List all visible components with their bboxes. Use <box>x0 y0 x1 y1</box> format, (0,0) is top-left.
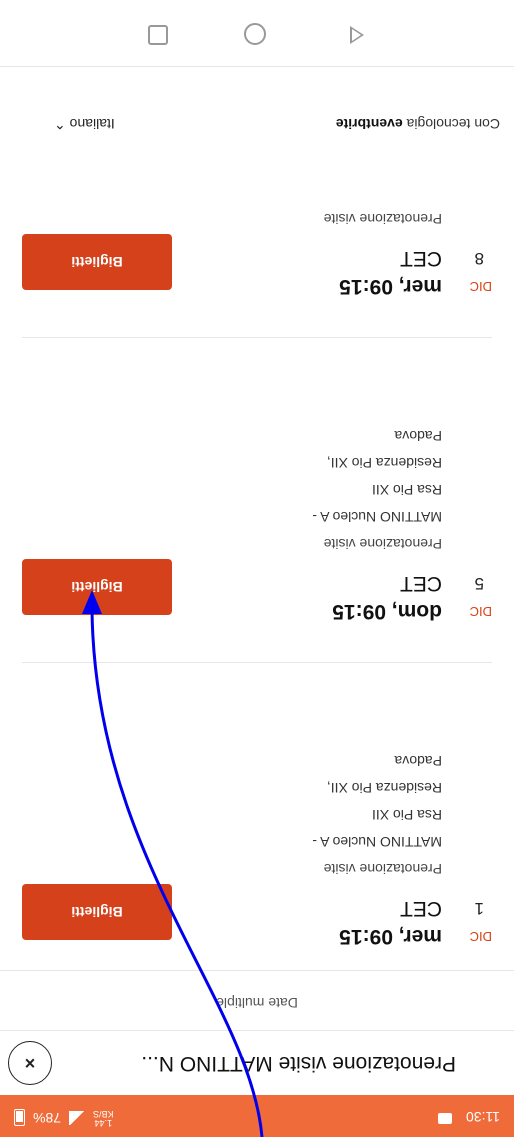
event-description: Prenotazione visite MATTINO Nucleo A - R… <box>312 747 442 882</box>
tickets-button[interactable]: Biglietti <box>22 884 172 940</box>
event-kind: Prenotazione visite <box>323 536 442 552</box>
event-city: Padova <box>394 428 442 444</box>
event-city: Padova <box>394 753 442 769</box>
event-timezone: CET <box>400 247 442 270</box>
signal-icon <box>69 1111 86 1125</box>
event-description: Prenotazione visite MATTINO Nucleo A - R… <box>312 422 442 557</box>
divider <box>22 337 492 338</box>
list-item: DIC 5 dom, 09:15 CET Prenotazione visite… <box>22 345 492 645</box>
powered-by-prefix: Con tecnologia <box>402 116 500 132</box>
screen: 11:30 1.44 KB/S 78% Prenotazione visite … <box>0 0 514 1137</box>
event-venue: Residenza Pio XII, <box>326 455 442 471</box>
tickets-button[interactable]: Biglietti <box>22 559 172 615</box>
multiple-dates-label: Date multiple <box>216 995 298 1011</box>
event-name-line1: MATTINO Nucleo A - <box>312 834 442 850</box>
status-icons: 1.44 KB/S 78% <box>14 1109 114 1128</box>
network-speed: 1.44 KB/S <box>93 1109 114 1128</box>
event-name-line2: Rsa Pio XII <box>371 482 442 498</box>
chevron-up-icon: ⌃ <box>54 116 66 132</box>
clock: 11:30 <box>466 1109 500 1125</box>
event-month: DIC <box>469 279 492 294</box>
event-datetime: mer, 09:15 <box>339 275 442 298</box>
system-nav-bar <box>0 0 514 67</box>
footer: Con tecnologia eventbrite Italiano ⌃ <box>0 67 514 177</box>
powered-by: Con tecnologia eventbrite <box>336 116 500 132</box>
close-icon: × <box>24 1053 36 1074</box>
recent-apps-icon[interactable] <box>148 25 168 45</box>
battery-percent: 78% <box>33 1110 62 1126</box>
page-title: Prenotazione visite MATTINO N... <box>141 1052 456 1075</box>
event-venue: Residenza Pio XII, <box>326 780 442 796</box>
event-day: 8 <box>474 249 484 268</box>
net-speed-unit: KB/S <box>93 1109 114 1119</box>
event-day: 1 <box>474 899 484 918</box>
event-month: DIC <box>469 604 492 619</box>
event-month: DIC <box>469 929 492 944</box>
event-day: 5 <box>474 574 484 593</box>
status-bar: 11:30 1.44 KB/S 78% <box>0 1095 514 1137</box>
event-timezone: CET <box>400 572 442 595</box>
back-icon[interactable] <box>350 26 364 44</box>
divider <box>22 662 492 663</box>
event-timezone: CET <box>400 897 442 920</box>
mail-icon <box>438 1113 452 1124</box>
list-item: DIC 8 mer, 09:15 CET Prenotazione visite… <box>22 175 492 320</box>
eventbrite-link[interactable]: eventbrite <box>336 116 403 132</box>
home-icon[interactable] <box>244 23 266 45</box>
event-kind: Prenotazione visite <box>323 861 442 877</box>
event-datetime: dom, 09:15 <box>332 600 442 623</box>
event-description: Prenotazione visite <box>324 205 442 232</box>
language-selector[interactable]: Italiano ⌃ <box>54 115 115 132</box>
battery-icon <box>14 1109 25 1127</box>
net-speed-value: 1.44 <box>94 1118 113 1128</box>
list-item: DIC 1 mer, 09:15 CET Prenotazione visite… <box>22 670 492 970</box>
close-button[interactable]: × <box>8 1041 52 1085</box>
event-kind: Prenotazione visite <box>323 211 442 227</box>
event-datetime: mer, 09:15 <box>339 925 442 948</box>
multiple-dates-header: Date multiple <box>0 970 514 1031</box>
event-name-line1: MATTINO Nucleo A - <box>312 509 442 525</box>
event-name-line2: Rsa Pio XII <box>371 807 442 823</box>
language-label: Italiano <box>69 116 115 132</box>
page-header: Prenotazione visite MATTINO N... × <box>0 1030 514 1095</box>
tickets-button[interactable]: Biglietti <box>22 234 172 290</box>
